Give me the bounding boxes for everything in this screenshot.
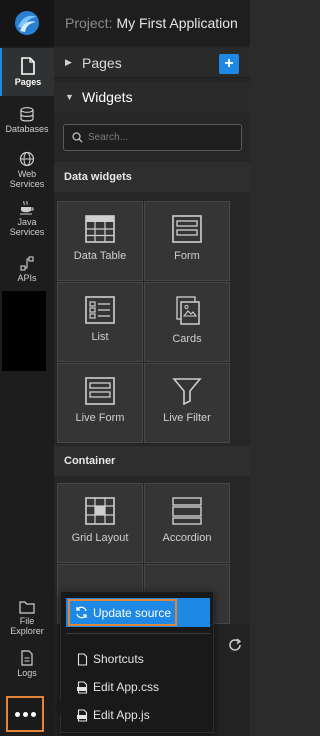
rail-item-databases[interactable]: Databases	[0, 107, 54, 141]
grid-layout-icon	[85, 497, 115, 525]
tile-label: Live Filter	[163, 412, 211, 424]
rail-item-label: Databases	[5, 124, 49, 134]
rail-item-apis[interactable]: APIs	[0, 256, 54, 286]
rail-item-file-explorer[interactable]: File Explorer	[0, 600, 54, 640]
sync-icon	[76, 606, 87, 619]
rail-item-logs[interactable]: Logs	[0, 650, 54, 684]
left-rail: Pages Databases Web Services Java Servic…	[0, 0, 54, 736]
more-dot-icon	[22, 711, 28, 717]
form-icon	[172, 215, 202, 243]
rail-item-label: APIs	[17, 273, 37, 283]
container-section-label: Container	[54, 446, 250, 476]
widget-tile-form[interactable]: Form	[144, 201, 230, 281]
menu-item-shortcuts[interactable]: Shortcuts	[77, 650, 144, 668]
coffee-cup-icon	[20, 200, 34, 215]
rail-item-label: Pages	[14, 77, 42, 87]
tile-label: List	[91, 331, 109, 343]
menu-item-label: Edit App.css	[93, 680, 160, 694]
tile-label: Cards	[172, 333, 202, 345]
widget-tile-list[interactable]: List	[57, 282, 143, 362]
rail-item-label: File Explorer	[10, 616, 44, 636]
rail-item-pages[interactable]: Pages	[0, 48, 54, 96]
more-dot-icon	[30, 711, 36, 717]
more-dot-icon	[14, 711, 20, 717]
rail-item-label: Java Services	[9, 217, 45, 237]
menu-item-edit-css[interactable]: Edit App.css	[77, 678, 159, 696]
tile-label: Data Table	[73, 250, 127, 262]
add-page-button[interactable]: +	[219, 54, 239, 74]
widgets-section-header[interactable]: ▼ Widgets	[54, 82, 250, 112]
project-prefix: Project:	[65, 15, 113, 31]
globe-icon	[19, 151, 35, 167]
menu-pointer	[54, 700, 61, 714]
more-options-button[interactable]	[6, 696, 44, 732]
widgets-label: Widgets	[82, 89, 133, 105]
database-icon	[20, 107, 34, 122]
rail-item-label: Logs	[17, 668, 37, 678]
widget-tile-grid-layout[interactable]: Grid Layout	[57, 483, 143, 563]
cards-icon	[176, 296, 200, 325]
project-name: My First Application	[116, 15, 238, 31]
tile-label: Grid Layout	[71, 532, 129, 544]
list-icon	[85, 296, 115, 324]
rail-item-label: Web Services	[9, 169, 45, 189]
search-input[interactable]	[88, 132, 238, 143]
api-icon	[20, 256, 34, 271]
logo	[0, 0, 54, 46]
live-form-icon	[85, 377, 115, 405]
widget-search[interactable]	[63, 124, 242, 151]
menu-item-edit-js[interactable]: Edit App.js	[77, 706, 150, 724]
pages-label: Pages	[82, 54, 122, 71]
accordion-icon	[172, 497, 202, 525]
project-title-bar: Project: My First Application	[54, 0, 250, 46]
rail-empty-area	[2, 291, 46, 371]
pages-section-header[interactable]: ▶ Pages +	[54, 48, 250, 78]
filter-funnel-icon	[172, 378, 202, 405]
data-table-icon	[85, 215, 115, 243]
more-options-menu: Update source Shortcuts Edit App.css Edi…	[54, 591, 214, 733]
rail-item-web-services[interactable]: Web Services	[0, 151, 54, 191]
wavemaker-logo-icon	[15, 11, 39, 35]
menu-item-label: Shortcuts	[93, 652, 144, 666]
document-icon	[21, 650, 33, 666]
search-icon	[72, 132, 83, 143]
page-icon	[21, 57, 35, 75]
widget-tile-accordion[interactable]: Accordion	[144, 483, 230, 563]
folder-icon	[19, 601, 35, 614]
widget-tile-data-table[interactable]: Data Table	[57, 201, 143, 281]
menu-item-label: Edit App.js	[93, 708, 150, 722]
js-file-icon	[77, 708, 88, 722]
refresh-icon[interactable]	[228, 638, 242, 652]
tile-label: Live Form	[75, 412, 125, 424]
data-widgets-section-label: Data widgets	[54, 162, 250, 192]
rail-item-java-services[interactable]: Java Services	[0, 200, 54, 240]
menu-item-label: Update source	[93, 605, 172, 620]
menu-divider	[66, 633, 210, 634]
widget-tile-live-form[interactable]: Live Form	[57, 363, 143, 443]
widget-tile-live-filter[interactable]: Live Filter	[144, 363, 230, 443]
css-file-icon	[77, 680, 88, 694]
caret-down-icon: ▼	[65, 92, 74, 102]
document-icon	[77, 652, 88, 666]
menu-item-update-source[interactable]: Update source	[66, 598, 210, 627]
update-source-highlight[interactable]: Update source	[68, 599, 177, 626]
tile-label: Form	[174, 250, 200, 262]
tile-label: Accordion	[162, 532, 212, 544]
widget-tile-cards[interactable]: Cards	[144, 282, 230, 362]
caret-right-icon: ▶	[65, 57, 72, 67]
